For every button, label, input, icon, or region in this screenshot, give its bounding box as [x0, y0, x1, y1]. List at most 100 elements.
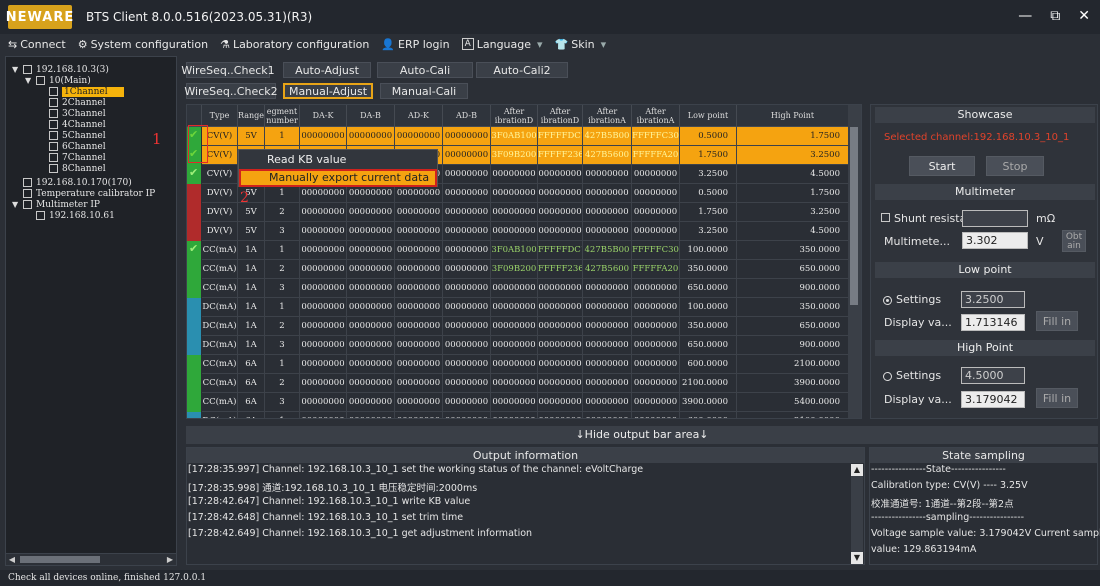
column-header[interactable]: High Point — [737, 105, 849, 127]
column-header[interactable]: After ibrationA — [632, 105, 680, 127]
table-row[interactable]: CC(mA) 1A 2 00000000 00000000 00000000 0000000… — [187, 260, 849, 279]
start-button[interactable]: Start — [909, 156, 975, 176]
tree-item[interactable]: 6Channel — [38, 141, 106, 152]
tree-checkbox[interactable] — [49, 142, 58, 151]
table-row[interactable]: DC(mA) 1A 1 00000000 00000000 00000000 0000000… — [187, 298, 849, 317]
tree-checkbox[interactable] — [23, 189, 32, 198]
tree-checkbox[interactable] — [23, 200, 32, 209]
tree-item[interactable]: 1Channel — [38, 86, 124, 97]
tree-checkbox[interactable] — [49, 131, 58, 140]
tree-item[interactable]: 5Channel — [38, 130, 106, 141]
menu-item-read-kb-value[interactable]: Read KB value — [239, 151, 437, 169]
multimeter-value-input[interactable]: 3.302 — [962, 232, 1028, 249]
column-header[interactable] — [187, 105, 202, 127]
tree-checkbox[interactable] — [49, 164, 58, 173]
shunt-checkbox[interactable] — [881, 213, 890, 222]
table-row[interactable]: DC(mA) 1A 2 00000000 00000000 00000000 0000000… — [187, 317, 849, 336]
chevron-down-icon[interactable]: ▼ — [25, 76, 34, 85]
table-row[interactable]: DV(V) 5V 2 00000000 00000000 00000000 00000000… — [187, 203, 849, 222]
column-header[interactable]: After ibrationD — [491, 105, 538, 127]
minimize-icon[interactable]: — — [1018, 8, 1032, 24]
tree-horizontal-scrollbar[interactable]: ◀ ▶ — [6, 553, 176, 565]
menu-item-manually-export-current-data[interactable]: Manually export current data — [239, 169, 437, 187]
menu-laboratory-configuration[interactable]: ⚗ Laboratory configuration — [220, 38, 369, 51]
stop-button[interactable]: Stop — [986, 156, 1044, 176]
tree-item[interactable]: 7Channel — [38, 152, 106, 163]
column-header[interactable]: After ibrationA — [583, 105, 632, 127]
menu-erp-login[interactable]: 👤 ERP login — [381, 38, 449, 51]
low-settings-input[interactable]: 3.2500 — [961, 291, 1025, 308]
column-header[interactable]: egment number — [265, 105, 300, 127]
tree-item[interactable]: 3Channel — [38, 108, 106, 119]
menu-skin[interactable]: 👕 Skin ▾ — [555, 38, 607, 51]
high-fill-in-button[interactable]: Fill in — [1036, 388, 1078, 408]
tab-auto-cali2[interactable]: Auto-Cali2 — [476, 62, 568, 78]
scroll-left-icon[interactable]: ◀ — [6, 554, 18, 565]
tree-item[interactable]: ▼ 192.168.10.3(3) — [12, 64, 109, 75]
tree-item[interactable]: 4Channel — [38, 119, 106, 130]
tree-checkbox[interactable] — [49, 87, 58, 96]
tree-checkbox[interactable] — [23, 65, 32, 74]
tree-item[interactable]: 192.168.10.170(170) — [12, 177, 132, 188]
low-settings-radio[interactable] — [883, 295, 892, 305]
tab-auto-adjust[interactable]: Auto-Adjust — [283, 62, 371, 78]
scroll-down-icon[interactable]: ▼ — [851, 552, 863, 564]
table-row[interactable]: CC(mA) 6A 2 00000000 00000000 00000000 0000000… — [187, 374, 849, 393]
low-display-input[interactable]: 1.713146 — [961, 314, 1025, 331]
chevron-down-icon[interactable]: ▼ — [12, 65, 21, 74]
column-header[interactable]: Range — [238, 105, 265, 127]
high-settings-input[interactable]: 4.5000 — [961, 367, 1025, 384]
tree-checkbox[interactable] — [49, 120, 58, 129]
column-header[interactable]: AD-K — [395, 105, 443, 127]
menu-language[interactable]: A Language ▾ — [461, 38, 543, 51]
table-row[interactable]: CC(mA) 6A 1 00000000 00000000 00000000 0000000… — [187, 355, 849, 374]
high-settings-radio[interactable] — [883, 371, 892, 381]
scroll-up-icon[interactable]: ▲ — [851, 464, 863, 476]
table-row[interactable]: CC(mA) 1A 3 00000000 00000000 00000000 0000000… — [187, 279, 849, 298]
shunt-resistance-input[interactable] — [962, 210, 1028, 227]
table-row[interactable]: CC(mA) 6A 3 00000000 00000000 00000000 0000000… — [187, 393, 849, 412]
tree-item[interactable]: 192.168.10.61 — [25, 210, 115, 221]
hide-output-bar-button[interactable]: ↓Hide output bar area↓ — [186, 426, 1098, 444]
tree-checkbox[interactable] — [49, 109, 58, 118]
table-row[interactable]: DC(mA)6A10000000000000000000000000000000… — [187, 412, 849, 418]
tab-wireseq-check2[interactable]: WireSeq..Check2 — [184, 83, 278, 99]
tree-item[interactable]: Temperature calibrator IP — [12, 188, 155, 199]
table-row[interactable]: DV(V) 5V 3 00000000 00000000 00000000 00000000… — [187, 222, 849, 241]
column-header[interactable]: AD-B — [443, 105, 491, 127]
table-row[interactable]: ✔ CV(V) 5V 1 00000000 00000000 00000000 0000000… — [187, 127, 849, 146]
column-header[interactable]: DA-K — [300, 105, 347, 127]
column-header[interactable]: Type — [202, 105, 238, 127]
close-icon[interactable]: ✕ — [1078, 8, 1090, 24]
tab-manual-adjust[interactable]: Manual-Adjust — [283, 83, 373, 99]
table-row[interactable]: DC(mA) 1A 3 00000000 00000000 00000000 0000000… — [187, 336, 849, 355]
tree-checkbox[interactable] — [36, 76, 45, 85]
scroll-right-icon[interactable]: ▶ — [164, 554, 176, 565]
column-header[interactable]: Low point — [680, 105, 737, 127]
tab-wireseq-check1[interactable]: WireSeq..Check1 — [181, 62, 275, 78]
tree-item[interactable]: ▼ 10(Main) — [25, 75, 91, 86]
tree-item[interactable]: ▼ Multimeter IP — [12, 199, 100, 210]
column-header[interactable]: After ibrationD — [538, 105, 583, 127]
menu-connect[interactable]: ⇆ Connect — [8, 38, 66, 51]
high-display-input[interactable]: 3.179042 — [961, 391, 1025, 408]
tree-item[interactable]: 2Channel — [38, 97, 106, 108]
table-scrollbar[interactable] — [848, 105, 861, 418]
tab-auto-cali[interactable]: Auto-Cali — [377, 62, 473, 78]
scrollbar-thumb[interactable] — [20, 556, 100, 563]
tree-item[interactable]: 8Channel — [38, 163, 106, 174]
column-header[interactable]: DA-B — [347, 105, 395, 127]
tree-checkbox[interactable] — [49, 153, 58, 162]
scrollbar-thumb[interactable] — [850, 127, 858, 305]
table-row[interactable]: ✔ CC(mA) 1A 1 00000000 00000000 00000000 000000… — [187, 241, 849, 260]
output-scrollbar[interactable]: ▲ ▼ — [851, 464, 863, 564]
tree-checkbox[interactable] — [36, 211, 45, 220]
low-fill-in-button[interactable]: Fill in — [1036, 311, 1078, 331]
obtain-button[interactable]: Obt ain — [1062, 230, 1086, 252]
chevron-down-icon[interactable]: ▼ — [12, 200, 21, 209]
restore-icon[interactable]: ⧉ — [1050, 8, 1060, 24]
tree-checkbox[interactable] — [23, 178, 32, 187]
tab-manual-cali[interactable]: Manual-Cali — [380, 83, 468, 99]
menu-system-configuration[interactable]: ⚙ System configuration — [78, 38, 208, 51]
tree-checkbox[interactable] — [49, 98, 58, 107]
